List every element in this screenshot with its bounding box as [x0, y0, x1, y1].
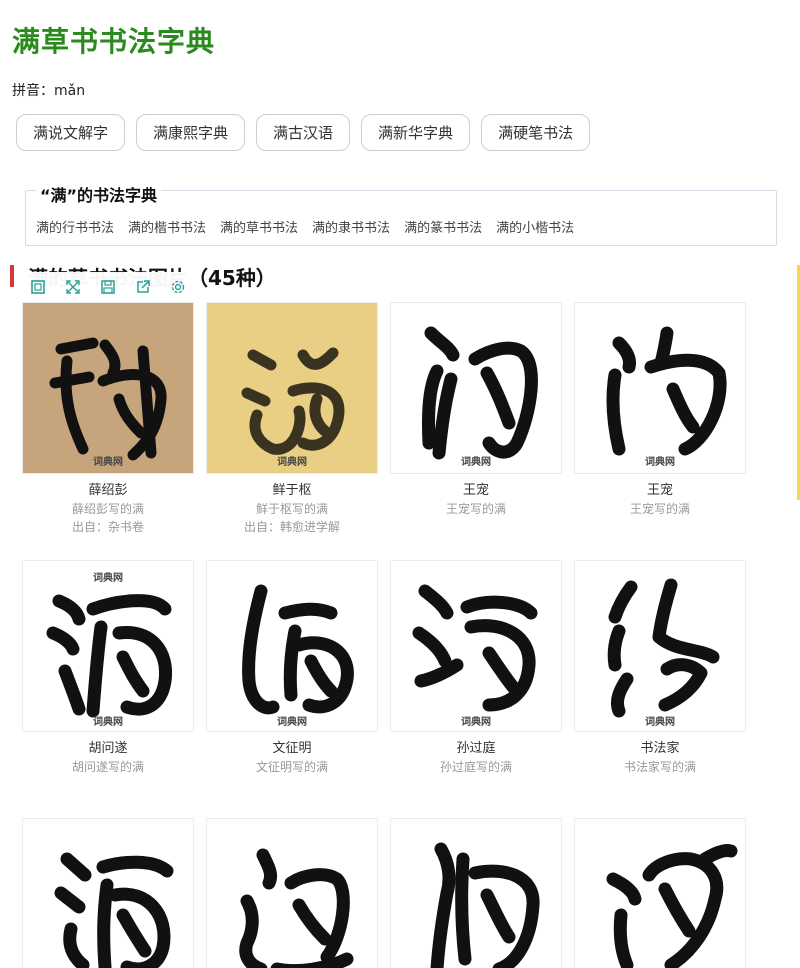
- image-toolbar: [18, 272, 192, 302]
- calligrapher-name[interactable]: 薛绍彭: [22, 482, 194, 500]
- calligrapher-name[interactable]: 王宠: [574, 482, 746, 500]
- calligraphy-card[interactable]: [22, 818, 194, 968]
- calligraphy-description: 书法家写的满: [623, 760, 696, 774]
- link-xingshu[interactable]: 满的行书书法: [36, 217, 114, 236]
- link-lishu[interactable]: 满的隶书书法: [312, 217, 390, 236]
- calligraphy-card[interactable]: 词典网孙过庭孙过庭写的满: [390, 560, 562, 818]
- link-kaishu[interactable]: 满的楷书书法: [128, 217, 206, 236]
- link-xiaokai[interactable]: 满的小楷书法: [496, 217, 574, 236]
- calligrapher-name[interactable]: 王宠: [390, 482, 562, 500]
- watermark: 词典网: [277, 717, 307, 728]
- calligraphy-card[interactable]: [574, 818, 746, 968]
- section-accent-bar: [10, 265, 14, 287]
- calligraphy-description: 孙过庭写的满: [439, 760, 512, 774]
- man-character-glyph: [242, 584, 354, 715]
- xinhua-button[interactable]: 满新华字典: [361, 114, 471, 151]
- calligraphy-image[interactable]: 词典网 词典网: [22, 560, 194, 732]
- man-character-glyph: [239, 848, 354, 968]
- calligraphy-dictionary-box: “满”的书法字典 满的行书书法 满的楷书书法 满的草书书法 满的隶书书法 满的篆…: [25, 182, 777, 246]
- calligraphy-source: 出自：韩愈进学解: [243, 520, 340, 534]
- calligraphy-description: 薛绍彭写的满: [71, 502, 144, 516]
- calligraphy-image[interactable]: [390, 818, 562, 968]
- calligraphy-description: 王宠写的满: [629, 502, 690, 516]
- kangxi-button[interactable]: 满康熙字典: [136, 114, 246, 151]
- calligraphy-card[interactable]: 词典网鲜于枢鲜于枢写的满 出自：韩愈进学解: [206, 302, 378, 560]
- man-character-glyph: [430, 842, 540, 968]
- calligraphy-image[interactable]: [206, 818, 378, 968]
- yingbi-button[interactable]: 满硬笔书法: [481, 114, 591, 151]
- watermark: 词典网: [461, 717, 491, 728]
- calligraphy-grid: 词典网 薛绍彭 薛绍彭写的满 出自：杂书卷 词典网 鲜于枢 鲜于枢写的满 出自：韩愈进学解 词典…: [22, 302, 746, 968]
- watermark: 词典网: [93, 717, 123, 728]
- man-character-glyph: [422, 326, 538, 460]
- page-title: 满草书书法字典: [12, 25, 216, 58]
- watermark: 词典网: [93, 573, 123, 584]
- calligraphy-card[interactable]: [206, 818, 378, 968]
- link-zhuanshu[interactable]: 满的篆书书法: [404, 217, 482, 236]
- man-character-glyph: [54, 852, 174, 968]
- calligrapher-name[interactable]: 鲜于枢: [206, 482, 378, 500]
- calligraphy-image[interactable]: 词典网: [574, 560, 746, 732]
- man-character-glyph: [606, 844, 738, 968]
- man-character-glyph: [241, 347, 345, 455]
- calligrapher-name[interactable]: 文征明: [206, 740, 378, 758]
- calligrapher-name[interactable]: 孙过庭: [390, 740, 562, 758]
- calligraphy-image[interactable]: 词典网: [390, 302, 562, 474]
- calligraphy-image[interactable]: 词典网: [390, 560, 562, 732]
- calligraphy-card[interactable]: 词典网文征明文征明写的满: [206, 560, 378, 818]
- calligraphy-source: 出自：杂书卷: [71, 520, 144, 534]
- shuowen-button[interactable]: 满说文解字: [16, 114, 126, 151]
- man-character-glyph: [412, 584, 538, 712]
- calligraphy-image[interactable]: [574, 818, 746, 968]
- calligraphy-image[interactable]: [22, 818, 194, 968]
- watermark: 词典网: [461, 457, 491, 468]
- man-character-glyph: [607, 578, 720, 718]
- dictionary-buttons: 满说文解字 满康熙字典 满古汉语 满新华字典 满硬笔书法: [16, 114, 591, 151]
- calligraphy-card[interactable]: 词典网王宠王宠写的满: [574, 302, 746, 560]
- expand-icon[interactable]: [61, 275, 85, 299]
- calligrapher-name[interactable]: 胡问遂: [22, 740, 194, 758]
- calligraphy-card[interactable]: 词典网 词典网 胡问遂 胡问遂写的满: [22, 560, 194, 818]
- settings-icon[interactable]: [166, 275, 190, 299]
- calligraphy-card[interactable]: 词典网薛绍彭薛绍彭写的满 出自：杂书卷: [22, 302, 194, 560]
- calligraphy-card[interactable]: 词典网王宠王宠写的满: [390, 302, 562, 560]
- calligraphy-description: 王宠写的满: [445, 502, 506, 516]
- man-character-glyph: [46, 594, 173, 718]
- link-caoshu[interactable]: 满的草书书法: [220, 217, 298, 236]
- save-icon[interactable]: [96, 275, 120, 299]
- watermark: 词典网: [645, 717, 675, 728]
- calligraphy-card[interactable]: 词典网书法家书法家写的满: [574, 560, 746, 818]
- calligraphy-card[interactable]: [390, 818, 562, 968]
- watermark: 词典网: [645, 457, 675, 468]
- calligraphy-links: 满的行书书法 满的楷书书法 满的草书书法 满的隶书书法 满的篆书书法 满的小楷书…: [36, 217, 574, 236]
- calligraphy-image[interactable]: 词典网: [22, 302, 194, 474]
- frame-icon[interactable]: [26, 275, 50, 299]
- calligraphy-image[interactable]: 词典网: [206, 302, 378, 474]
- calligraphy-image[interactable]: 词典网: [206, 560, 378, 732]
- watermark: 词典网: [93, 457, 123, 468]
- calligraphy-box-title: “满”的书法字典: [36, 182, 162, 206]
- pinyin-label: 拼音：mǎn: [12, 83, 86, 99]
- man-character-glyph: [49, 337, 167, 461]
- page: { "title": "满草书书法字典", "pinyin": "拼音：mǎn"…: [0, 0, 800, 968]
- watermark: 词典网: [277, 457, 307, 468]
- share-icon[interactable]: [131, 275, 155, 299]
- man-character-glyph: [606, 326, 727, 456]
- calligraphy-image[interactable]: 词典网: [574, 302, 746, 474]
- guhanyu-button[interactable]: 满古汉语: [256, 114, 351, 151]
- calligrapher-name[interactable]: 书法家: [574, 740, 746, 758]
- calligraphy-description: 胡问遂写的满: [71, 760, 144, 774]
- calligraphy-description: 鲜于枢写的满: [255, 502, 328, 516]
- calligraphy-description: 文征明写的满: [255, 760, 328, 774]
